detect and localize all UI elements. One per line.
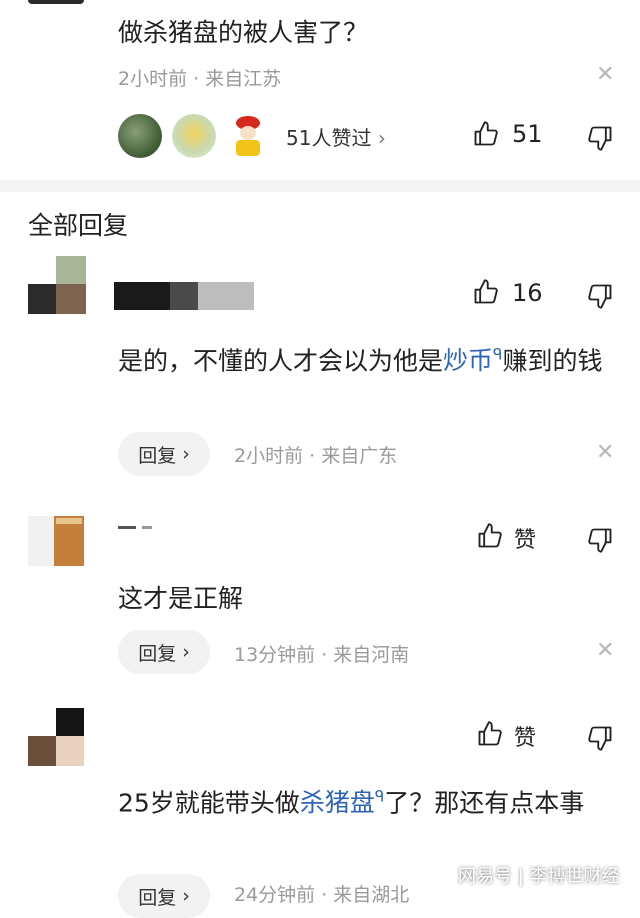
thumbs-down-icon[interactable] [586, 282, 614, 314]
chevron-right-icon: › [182, 885, 190, 907]
reply-button-label: 回复 [138, 886, 177, 909]
liker-avatar[interactable] [172, 114, 216, 158]
reply-text: 25岁就能带头做杀猪盘ᑫ了？那还有点本事 [118, 776, 618, 824]
username-redacted[interactable] [118, 526, 178, 532]
reply-button-label: 回复 [138, 642, 177, 665]
reply-meta: 24分钟前 · 来自湖北 [234, 884, 410, 906]
reply-text-part: 是的，不懂的人才会以为他是 [118, 346, 444, 376]
like-label: 赞 [514, 528, 537, 553]
thumbs-down-icon[interactable] [586, 124, 614, 156]
parent-like-count: 51 [512, 120, 543, 148]
avatar[interactable] [28, 514, 86, 566]
parent-comment-meta: 2小时前 · 来自江苏 [118, 68, 282, 90]
search-icon: ᑫ [374, 788, 385, 806]
reply-meta: 2小时前 · 来自广东 [234, 445, 398, 467]
thumbs-up-icon[interactable] [472, 278, 500, 310]
chevron-right-icon: › [182, 443, 190, 465]
topic-link-label: 炒币 [443, 346, 494, 376]
watermark-author: 李博世财经 [529, 866, 620, 887]
thumbs-down-icon[interactable] [586, 526, 614, 558]
reply-text-part: 25岁就能带头做 [118, 788, 300, 818]
reply-text-part: 赚到的钱 [502, 346, 603, 376]
liker-avatar[interactable] [118, 114, 162, 158]
reply-text-part: 了？那还有点本事 [384, 788, 585, 818]
close-icon[interactable]: ✕ [596, 440, 614, 465]
reply-meta: 13分钟前 · 来自河南 [234, 644, 410, 666]
avatar[interactable] [28, 256, 88, 318]
thumbs-up-icon[interactable] [476, 720, 504, 752]
topic-link[interactable]: 杀猪盘ᑫ [300, 788, 384, 817]
reply-button[interactable]: 回复 › [118, 874, 210, 918]
thumbs-up-icon[interactable] [476, 522, 504, 554]
thumbs-up-icon[interactable] [472, 120, 500, 152]
topic-link-label: 杀猪盘 [299, 788, 375, 818]
chevron-right-icon: › [182, 641, 190, 663]
reply-button[interactable]: 回复 › [118, 432, 210, 476]
likers-link[interactable]: 51人赞过 › [286, 122, 386, 151]
reply-text: 这才是正解 [118, 584, 244, 613]
reply-text: 是的，不懂的人才会以为他是炒币ᑫ赚到的钱 [118, 334, 618, 382]
watermark-separator: | [517, 866, 530, 887]
liker-avatar[interactable] [226, 114, 270, 158]
likers-label: 51人赞过 [286, 126, 372, 150]
thumbs-down-icon[interactable] [586, 724, 614, 756]
watermark: 网易号 | 李博世财经 [458, 862, 620, 888]
chevron-right-icon: › [377, 126, 386, 150]
section-divider [0, 180, 640, 192]
reply-button-label: 回复 [138, 444, 177, 467]
parent-avatar-partial [28, 0, 84, 4]
like-label: 赞 [514, 726, 537, 751]
close-icon[interactable]: ✕ [596, 638, 614, 663]
topic-link[interactable]: 炒币ᑫ [443, 346, 502, 375]
section-title: 全部回复 [28, 211, 129, 240]
parent-comment-text: 做杀猪盘的被人害了？ [118, 18, 369, 47]
reply-like-count: 16 [512, 279, 543, 307]
close-icon[interactable]: ✕ [596, 62, 614, 87]
watermark-brand: 网易号 [458, 866, 512, 887]
avatar[interactable] [28, 708, 86, 770]
username-redacted[interactable] [114, 282, 254, 310]
reply-button[interactable]: 回复 › [118, 630, 210, 674]
